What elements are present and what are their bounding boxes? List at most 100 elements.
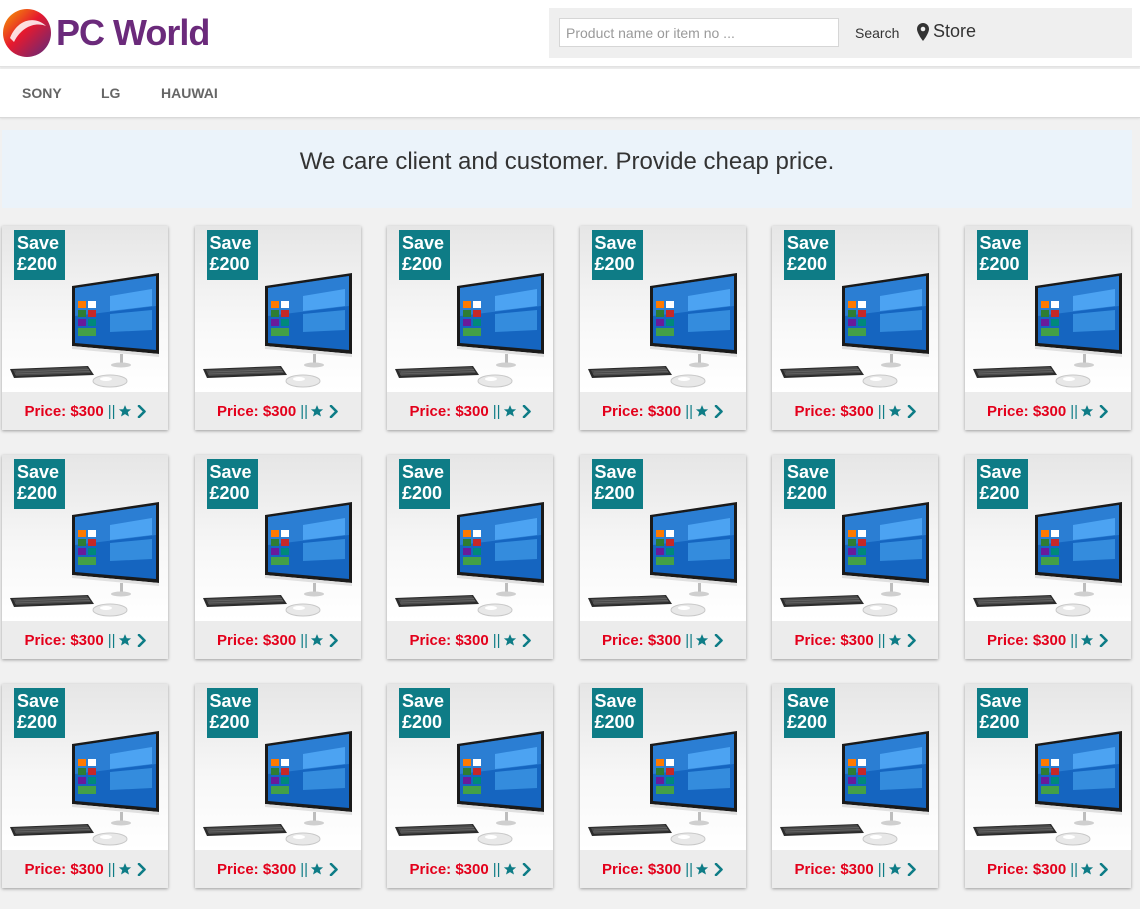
product-card[interactable]: Save £200 Price: $300 || bbox=[579, 226, 746, 430]
badge-line-2: £200 bbox=[979, 712, 1020, 732]
star-icon[interactable] bbox=[310, 404, 324, 418]
nav-item-hauwai[interactable]: HAUWAI bbox=[161, 69, 218, 117]
product-price: Price: $300 bbox=[601, 402, 682, 420]
price-bar: Price: $300 || bbox=[387, 621, 553, 659]
star-icon[interactable] bbox=[503, 404, 517, 418]
star-icon[interactable] bbox=[888, 633, 902, 647]
chevron-right-icon[interactable] bbox=[714, 404, 723, 418]
product-price: Price: $300 bbox=[986, 402, 1067, 420]
star-icon[interactable] bbox=[695, 862, 709, 876]
product-price: Price: $300 bbox=[24, 402, 104, 420]
chevron-right-icon[interactable] bbox=[714, 633, 723, 647]
chevron-right-icon[interactable] bbox=[137, 633, 146, 647]
product-price: Price: $300 bbox=[216, 860, 297, 878]
search-input[interactable] bbox=[559, 18, 839, 47]
chevron-right-icon[interactable] bbox=[1099, 633, 1108, 647]
save-badge: Save £200 bbox=[784, 688, 835, 738]
badge-line-2: £200 bbox=[402, 712, 443, 732]
product-card[interactable]: Save £200 Price: $300 || bbox=[387, 455, 553, 659]
badge-line-1: Save bbox=[787, 233, 830, 253]
star-icon[interactable] bbox=[1080, 633, 1094, 647]
chevron-right-icon[interactable] bbox=[1099, 404, 1108, 418]
search-button[interactable]: Search bbox=[855, 25, 899, 41]
product-card[interactable]: Save £200 Price: $300 || bbox=[387, 684, 553, 888]
product-card[interactable]: Save £200 Price: $300 || bbox=[579, 455, 746, 659]
save-badge: Save £200 bbox=[206, 230, 258, 280]
logo[interactable]: PC World bbox=[2, 8, 210, 58]
chevron-right-icon[interactable] bbox=[907, 404, 916, 418]
star-icon[interactable] bbox=[888, 862, 902, 876]
star-icon[interactable] bbox=[695, 633, 709, 647]
star-icon[interactable] bbox=[503, 633, 517, 647]
product-card[interactable]: Save £200 Price: $300 || bbox=[964, 455, 1131, 659]
badge-line-1: Save bbox=[209, 233, 252, 253]
product-card[interactable]: Save £200 Price: $300 || bbox=[2, 684, 168, 888]
badge-line-1: Save bbox=[402, 691, 445, 711]
star-icon[interactable] bbox=[1080, 404, 1094, 418]
product-image: Save £200 bbox=[579, 455, 746, 621]
chevron-right-icon[interactable] bbox=[329, 862, 338, 876]
save-badge: Save £200 bbox=[784, 230, 835, 280]
chevron-right-icon[interactable] bbox=[714, 862, 723, 876]
price-separator: || bbox=[300, 631, 309, 649]
product-price: Price: $300 bbox=[409, 402, 489, 420]
product-image: Save £200 bbox=[387, 684, 553, 850]
save-badge: Save £200 bbox=[976, 230, 1028, 280]
chevron-right-icon[interactable] bbox=[522, 862, 531, 876]
product-image: Save £200 bbox=[579, 684, 746, 850]
chevron-right-icon[interactable] bbox=[329, 633, 338, 647]
price-separator: || bbox=[877, 402, 886, 420]
badge-line-1: Save bbox=[979, 233, 1022, 253]
price-bar: Price: $300 || bbox=[772, 392, 938, 430]
chevron-right-icon[interactable] bbox=[137, 862, 146, 876]
price-separator: || bbox=[492, 631, 501, 649]
price-separator: || bbox=[107, 402, 116, 420]
chevron-right-icon[interactable] bbox=[329, 404, 338, 418]
pc-world-logo-icon bbox=[3, 9, 51, 57]
price-bar: Price: $300 || bbox=[964, 392, 1131, 430]
product-card[interactable]: Save £200 Price: $300 || bbox=[387, 226, 553, 430]
badge-line-2: £200 bbox=[787, 254, 828, 274]
save-badge: Save £200 bbox=[14, 230, 65, 280]
product-card[interactable]: Save £200 Price: $300 || bbox=[772, 455, 938, 659]
star-icon[interactable] bbox=[118, 862, 132, 876]
chevron-right-icon[interactable] bbox=[907, 633, 916, 647]
nav-item-sony[interactable]: SONY bbox=[22, 69, 62, 117]
star-icon[interactable] bbox=[310, 862, 324, 876]
star-icon[interactable] bbox=[310, 633, 324, 647]
chevron-right-icon[interactable] bbox=[137, 404, 146, 418]
price-bar: Price: $300 || bbox=[579, 621, 746, 659]
product-card[interactable]: Save £200 Price: $300 || bbox=[2, 455, 168, 659]
product-card[interactable]: Save £200 Price: $300 || bbox=[194, 684, 361, 888]
chevron-right-icon[interactable] bbox=[522, 633, 531, 647]
product-image: Save £200 bbox=[387, 455, 553, 621]
product-card[interactable]: Save £200 Price: $300 || bbox=[772, 226, 938, 430]
product-card[interactable]: Save £200 Price: $300 || bbox=[964, 684, 1131, 888]
product-card[interactable]: Save £200 Price: $300 || bbox=[964, 226, 1131, 430]
star-icon[interactable] bbox=[888, 404, 902, 418]
star-icon[interactable] bbox=[1080, 862, 1094, 876]
product-card[interactable]: Save £200 Price: $300 || bbox=[579, 684, 746, 888]
product-image: Save £200 bbox=[579, 226, 746, 392]
save-badge: Save £200 bbox=[399, 459, 450, 509]
chevron-right-icon[interactable] bbox=[522, 404, 531, 418]
star-icon[interactable] bbox=[118, 404, 132, 418]
badge-line-1: Save bbox=[594, 691, 637, 711]
product-price: Price: $300 bbox=[601, 631, 682, 649]
price-bar: Price: $300 || bbox=[579, 850, 746, 888]
product-card[interactable]: Save £200 Price: $300 || bbox=[194, 455, 361, 659]
chevron-right-icon[interactable] bbox=[1099, 862, 1108, 876]
price-separator: || bbox=[685, 631, 694, 649]
chevron-right-icon[interactable] bbox=[907, 862, 916, 876]
product-card[interactable]: Save £200 Price: $300 || bbox=[194, 226, 361, 430]
product-card[interactable]: Save £200 Price: $300 || bbox=[772, 684, 938, 888]
nav-item-lg[interactable]: LG bbox=[101, 69, 120, 117]
badge-line-1: Save bbox=[209, 462, 252, 482]
star-icon[interactable] bbox=[695, 404, 709, 418]
star-icon[interactable] bbox=[118, 633, 132, 647]
product-price: Price: $300 bbox=[216, 631, 297, 649]
store-link[interactable]: Store bbox=[917, 21, 976, 42]
star-icon[interactable] bbox=[503, 862, 517, 876]
product-card[interactable]: Save £200 Price: $300 || bbox=[2, 226, 168, 430]
product-price: Price: $300 bbox=[216, 402, 297, 420]
